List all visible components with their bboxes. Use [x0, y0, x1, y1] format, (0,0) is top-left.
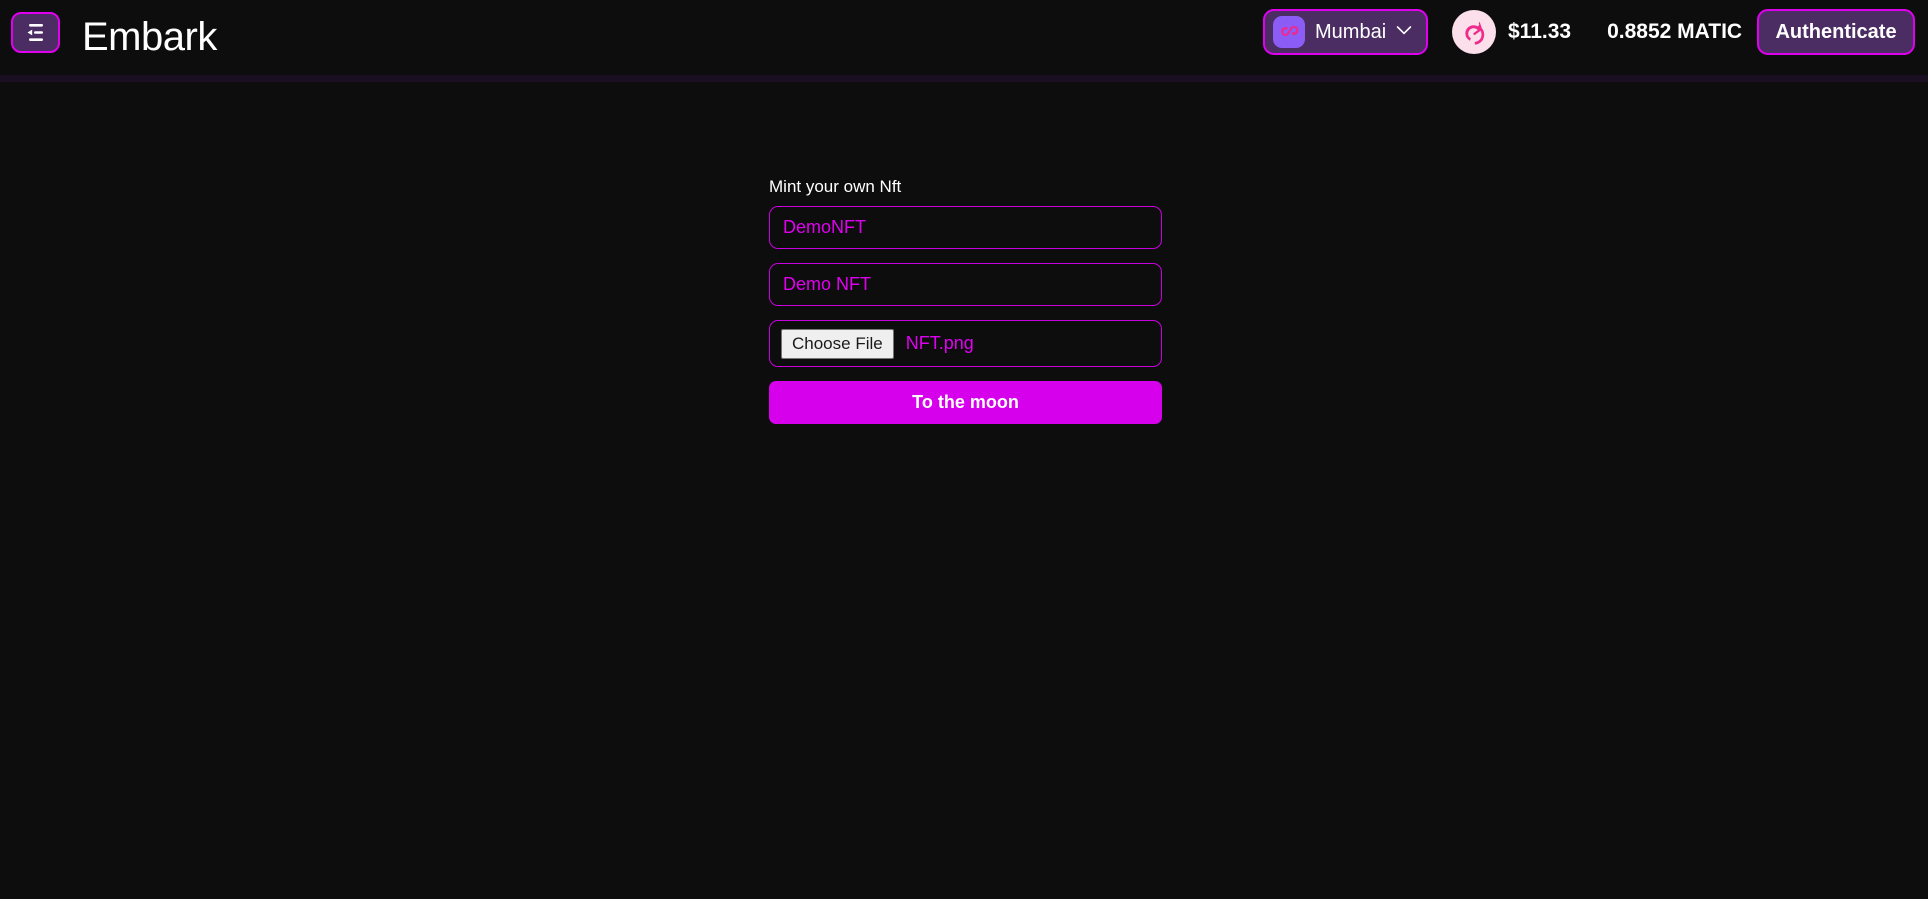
mint-submit-button[interactable]: To the moon: [769, 381, 1162, 424]
selected-file-name: NFT.png: [905, 333, 974, 353]
wallet-balance: $11.33 0.8852 MATIC: [1452, 9, 1742, 55]
usd-balance: $11.33: [1508, 20, 1572, 43]
sidebar-toggle-button[interactable]: [11, 12, 60, 53]
token-balance: 0.8852 MATIC: [1607, 20, 1743, 43]
network-selector[interactable]: Mumbai: [1263, 9, 1429, 55]
unicorn-uniswap-icon: [1452, 10, 1496, 54]
form-title: Mint your own Nft: [769, 177, 902, 196]
authenticate-button[interactable]: Authenticate: [1757, 9, 1915, 55]
app-title: Embark: [82, 15, 217, 59]
polygon-logo-icon: [1273, 16, 1305, 48]
chevron-down-icon: [1396, 23, 1412, 41]
choose-file-button[interactable]: Choose File: [781, 328, 894, 359]
nft-description-input[interactable]: [769, 263, 1162, 306]
menu-collapse-left-icon: [24, 23, 48, 43]
app-header: Embark Mumbai $11.33 0.8852 MATIC Authen…: [0, 0, 1928, 75]
nft-file-input[interactable]: Choose File NFT.png: [769, 320, 1162, 367]
mint-nft-form: Mint your own Nft Choose File NFT.png To…: [769, 177, 1162, 424]
network-name: Mumbai: [1315, 20, 1387, 43]
nft-name-input[interactable]: [769, 206, 1162, 249]
main-content: Mint your own Nft Choose File NFT.png To…: [0, 82, 1928, 899]
header-divider: [0, 75, 1928, 82]
